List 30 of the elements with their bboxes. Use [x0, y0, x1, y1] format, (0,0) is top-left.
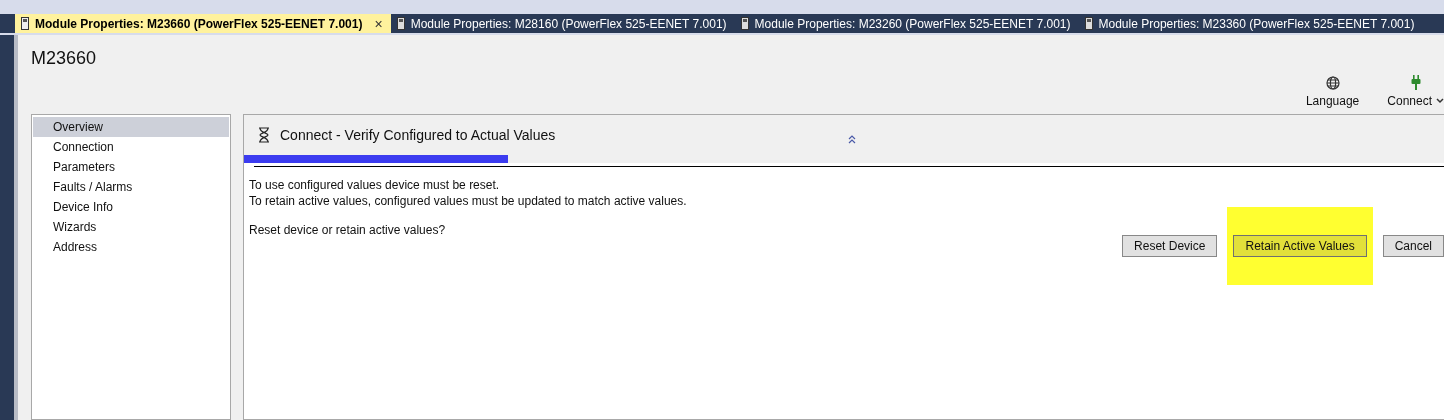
- message-text: To use configured values device must be reset.: [248, 177, 501, 193]
- sidebar-item[interactable]: Wizards: [33, 217, 229, 237]
- dialog-button[interactable]: Cancel: [1382, 235, 1444, 257]
- panel-title: Connect - Verify Configured to Actual Values: [280, 127, 556, 143]
- document-tab[interactable]: Module Properties: M28160 (PowerFlex 525-EENET 7.001): [390, 14, 735, 33]
- sidebar-item[interactable]: Address: [33, 237, 229, 257]
- question-text: Reset device or retain active values?: [248, 223, 447, 237]
- dialog-button[interactable]: Reset Device: [1122, 235, 1218, 257]
- close-icon[interactable]: ×: [374, 15, 383, 32]
- module-icon: [1084, 17, 1093, 30]
- module-name: M23660: [31, 48, 97, 70]
- sidebar-item[interactable]: Parameters: [33, 157, 229, 177]
- document-tab[interactable]: Module Properties: M23660 (PowerFlex 525-EENET 7.001) ×: [15, 14, 391, 33]
- hourglass-icon: [258, 127, 270, 143]
- sidebar-item[interactable]: Device Info: [33, 197, 229, 217]
- document-tab[interactable]: Module Properties: M23260 (PowerFlex 525-EENET 7.001): [734, 14, 1079, 33]
- module-icon: [396, 17, 405, 30]
- toolbar-button[interactable]: Language: [1305, 76, 1360, 108]
- document-tab[interactable]: Module Properties: M23360 (PowerFlex 525-EENET 7.001): [1078, 14, 1423, 33]
- collapse-icon[interactable]: [848, 135, 856, 144]
- toolbar-button[interactable]: Connect: [1387, 75, 1444, 108]
- globe-icon: [1325, 76, 1340, 90]
- module-icon: [740, 17, 749, 30]
- sidebar-item[interactable]: Overview: [33, 117, 229, 137]
- module-icon: [21, 17, 29, 30]
- dialog-button[interactable]: Retain Active Values: [1233, 235, 1367, 257]
- sidebar-item[interactable]: Connection: [33, 137, 229, 157]
- message-text: To retain active values, configured values must be updated to match active values.: [248, 193, 688, 209]
- plug-icon: [1410, 75, 1421, 90]
- sidebar-item[interactable]: Faults / Alarms: [33, 177, 229, 197]
